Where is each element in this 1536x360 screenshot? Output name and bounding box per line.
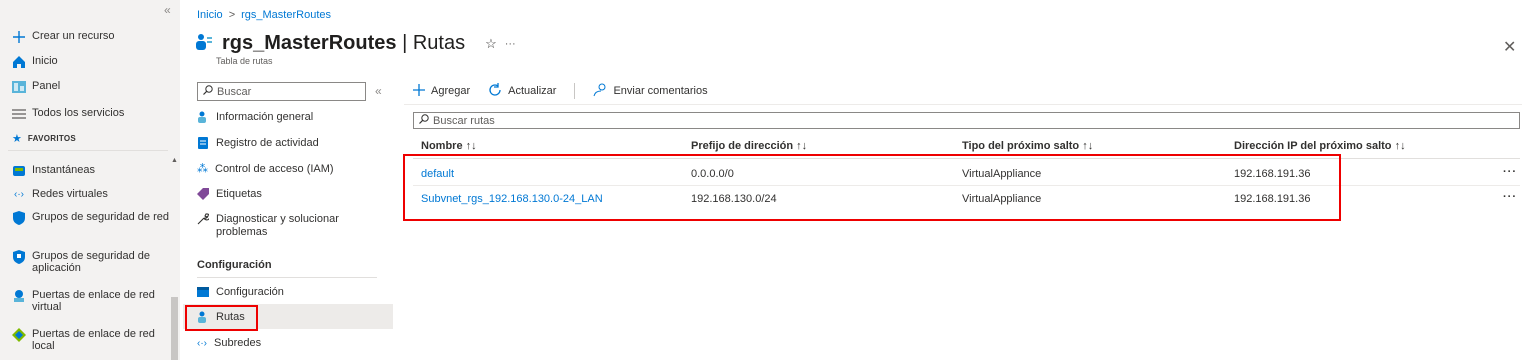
favorites-header: ★ FAVORITOS <box>12 133 77 145</box>
row-more-icon[interactable]: ··· <box>1503 191 1517 203</box>
routes-search-input[interactable]: Buscar rutas <box>413 112 1520 129</box>
wrench-icon <box>197 213 211 229</box>
column-header-hop-type[interactable]: Tipo del próximo salto ↑↓ <box>962 140 1093 152</box>
page-title: rgs_MasterRoutes | Rutas <box>222 32 466 54</box>
nav-snapshots[interactable]: Instantáneas <box>12 164 170 178</box>
page-subtitle: Tabla de rutas <box>216 56 273 66</box>
scrollbar-thumb[interactable] <box>171 297 178 360</box>
nav-vpn-gateways[interactable]: Puertas de enlace de red virtual <box>12 289 170 313</box>
subnet-icon: ‹·› <box>197 338 207 349</box>
search-icon <box>419 114 429 127</box>
section-divider <box>197 277 377 278</box>
nav-all-services[interactable]: Todos los servicios <box>12 107 170 121</box>
breadcrumb-home[interactable]: Inicio <box>197 9 223 21</box>
routes-highlight-box <box>185 305 258 331</box>
menu-item-diagnose[interactable]: Diagnosticar y solucionar problemas <box>197 213 387 239</box>
portal-sidebar: « Crear un recurso Inicio Panel Todos lo… <box>0 0 180 360</box>
breadcrumb-resource[interactable]: rgs_MasterRoutes <box>241 9 331 21</box>
breadcrumb: Inicio > rgs_MasterRoutes <box>197 9 331 21</box>
routes-highlight-box <box>403 154 1341 221</box>
collapse-sidebar-icon[interactable]: « <box>164 3 171 17</box>
command-bar: Agregar Actualizar Enviar comentarios <box>413 82 708 100</box>
iam-icon: ⁂ <box>197 163 208 175</box>
activity-log-icon <box>197 137 209 153</box>
route-table-icon <box>197 111 209 127</box>
nav-nsg[interactable]: Grupos de seguridad de red <box>12 211 170 225</box>
app-shield-icon <box>12 250 26 264</box>
menu-item-iam[interactable]: ⁂ Control de acceso (IAM) <box>197 163 387 176</box>
star-icon: ★ <box>12 133 22 145</box>
nav-create-resource[interactable]: Crear un recurso <box>12 30 170 44</box>
breadcrumb-separator: > <box>228 9 236 21</box>
tag-icon <box>197 188 209 204</box>
feedback-button[interactable]: Enviar comentarios <box>593 83 708 100</box>
feedback-icon <box>593 83 607 100</box>
collapse-menu-icon[interactable]: « <box>375 84 382 98</box>
menu-item-subnets[interactable]: ‹·› Subredes <box>197 337 387 350</box>
row-more-icon[interactable]: ··· <box>1503 166 1517 178</box>
dashboard-icon <box>12 80 26 94</box>
vnet-icon: ‹·› <box>14 189 24 200</box>
nav-asg[interactable]: Grupos de seguridad de aplicación <box>12 250 170 274</box>
local-gateway-icon <box>12 328 26 342</box>
menu-search-input[interactable]: Buscar <box>197 82 366 101</box>
shield-icon <box>12 211 26 225</box>
nav-virtual-networks[interactable]: ‹·› Redes virtuales <box>12 188 170 202</box>
title-row: rgs_MasterRoutes | Rutas ☆ ··· <box>194 32 516 55</box>
menu-item-overview[interactable]: Información general <box>197 111 387 127</box>
favorite-star-icon[interactable]: ☆ <box>485 36 497 52</box>
add-button[interactable]: Agregar <box>413 83 470 99</box>
nav-dashboard[interactable]: Panel <box>12 80 170 94</box>
toolbar-separator <box>574 83 576 99</box>
vpn-gateway-icon <box>12 289 26 303</box>
config-icon <box>197 286 209 302</box>
search-icon <box>203 85 213 98</box>
plus-icon <box>413 83 425 99</box>
close-icon[interactable]: ✕ <box>1503 37 1516 57</box>
column-header-name[interactable]: Nombre ↑↓ <box>421 140 477 152</box>
refresh-icon <box>488 82 502 100</box>
toolbar-divider <box>404 104 1522 105</box>
nav-local-gateways[interactable]: Puertas de enlace de red local <box>12 328 170 352</box>
menu-section-configuration: Configuración <box>197 259 272 271</box>
plus-icon <box>12 30 26 44</box>
menu-item-tags[interactable]: Etiquetas <box>197 188 387 204</box>
refresh-button[interactable]: Actualizar <box>488 82 556 100</box>
list-icon <box>12 107 26 121</box>
route-table-icon <box>194 32 214 55</box>
nav-home[interactable]: Inicio <box>12 55 170 69</box>
snapshot-icon <box>12 164 26 178</box>
menu-item-activity-log[interactable]: Registro de actividad <box>197 137 387 153</box>
scroll-up-icon[interactable]: ▲ <box>171 157 178 164</box>
column-header-hop-ip[interactable]: Dirección IP del próximo salto ↑↓ <box>1234 140 1406 152</box>
sidebar-scrollbar[interactable]: ▲ <box>171 157 178 360</box>
home-icon <box>12 55 26 69</box>
column-header-prefix[interactable]: Prefijo de dirección ↑↓ <box>691 140 807 152</box>
nav-divider <box>8 150 168 151</box>
more-options-icon[interactable]: ··· <box>505 38 516 50</box>
menu-item-configuration[interactable]: Configuración <box>197 286 387 302</box>
